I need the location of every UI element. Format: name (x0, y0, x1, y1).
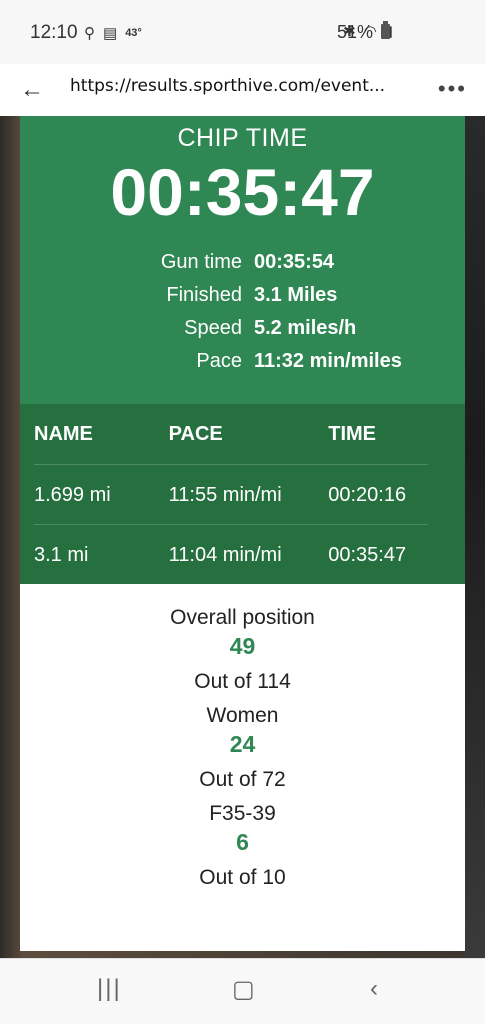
split-time: 00:35:47 (328, 543, 407, 566)
header-pace: PACE (168, 422, 223, 445)
weather-temp: 43° (125, 27, 142, 39)
battery-percent: 51% (336, 22, 373, 42)
url-text[interactable]: https://results.sporthive.com/event... (70, 76, 385, 96)
row-label: Pace (196, 350, 242, 372)
women-position: Women 24 Out of 72 (20, 704, 465, 792)
splits-header: NAME PACE TIME (34, 404, 428, 464)
speed-row: Speed 5.2 miles/h (20, 312, 465, 345)
position-title: Overall position (170, 606, 315, 629)
position-value: 49 (229, 633, 256, 659)
split-pace: 11:55 min/mi (168, 483, 282, 506)
row-value: 11:32 min/miles (254, 350, 402, 372)
position-value: 6 (236, 829, 249, 855)
status-time: 12:10 (30, 22, 78, 43)
chip-time-label: CHIP TIME (177, 124, 308, 152)
battery-icon (381, 21, 390, 39)
chip-time-value: 00:35:47 (110, 155, 375, 229)
table-row: 1.699 mi 11:55 min/mi 00:20:16 (34, 464, 428, 525)
splits-table: NAME PACE TIME 1.699 mi 11:55 min/mi 00:… (20, 404, 465, 584)
row-value: 3.1 Miles (254, 284, 338, 306)
pace-row: Pace 11:32 min/miles (20, 345, 465, 378)
position-title: F35-39 (209, 802, 276, 825)
row-label: Gun time (160, 251, 242, 273)
table-row: 3.1 mi 11:04 min/mi 00:35:47 (34, 524, 428, 585)
split-name: 3.1 mi (34, 543, 89, 566)
overall-position: Overall position 49 Out of 114 (20, 606, 465, 694)
time-details: Gun time 00:35:54 Finished 3.1 Miles Spe… (20, 246, 465, 378)
row-label: Finished (166, 284, 242, 306)
position-title: Women (206, 704, 279, 727)
browser-toolbar: ← https://results.sporthive.com/event...… (0, 64, 485, 117)
back-arrow-icon[interactable]: ← (20, 76, 44, 104)
chip-time-panel: CHIP TIME 00:35:47 Gun time 00:35:54 Fin… (20, 116, 465, 404)
result-card: CHIP TIME 00:35:47 Gun time 00:35:54 Fin… (20, 116, 465, 951)
split-time: 00:20:16 (328, 483, 407, 506)
background-image-right (465, 116, 485, 958)
header-name: NAME (34, 422, 93, 445)
age-group-position: F35-39 6 Out of 10 (20, 802, 465, 890)
position-out-of: Out of 72 (199, 768, 286, 791)
header-time: TIME (328, 422, 377, 445)
row-value: 00:35:54 (254, 251, 335, 273)
split-name: 1.699 mi (34, 483, 111, 506)
split-pace: 11:04 min/mi (168, 543, 282, 566)
finished-row: Finished 3.1 Miles (20, 279, 465, 312)
calendar-icon: ▤ (103, 25, 118, 42)
home-icon[interactable]: ▢ (232, 975, 255, 1004)
back-icon[interactable]: ‹ (370, 975, 378, 1003)
position-out-of: Out of 10 (199, 866, 286, 889)
position-out-of: Out of 114 (194, 670, 291, 693)
position-value: 24 (229, 731, 256, 757)
recent-apps-icon[interactable]: ||| (97, 975, 122, 1003)
notification-icon: ⚲ (84, 25, 95, 42)
gun-time-row: Gun time 00:35:54 (20, 246, 465, 279)
status-bar: 12:10 ⚲ ▤ 43° ✱ ◠ ▮ 51% (0, 0, 485, 64)
row-label: Speed (184, 317, 242, 339)
row-value: 5.2 miles/h (254, 317, 357, 339)
android-nav-bar: ||| ▢ ‹ (0, 958, 485, 1024)
more-options-icon[interactable]: ••• (438, 76, 467, 102)
notification-icons: ⚲ ▤ 43° (84, 24, 142, 42)
positions-section: Overall position 49 Out of 114 Women 24 … (20, 584, 465, 951)
